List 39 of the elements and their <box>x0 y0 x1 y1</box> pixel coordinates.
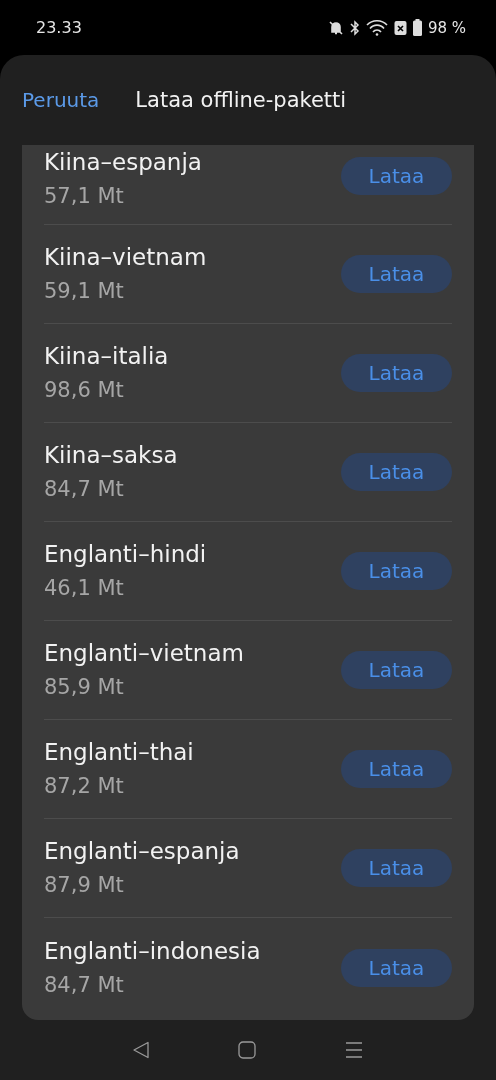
wifi-icon <box>365 19 388 36</box>
sheet-title: Lataa offline-paketti <box>135 88 347 112</box>
battery-icon <box>412 19 422 36</box>
package-size: 46,1 Mt <box>44 575 125 602</box>
package-size: 84,7 Mt <box>44 476 125 503</box>
download-button[interactable]: Lataa <box>341 453 452 491</box>
home-icon[interactable] <box>238 1041 256 1059</box>
package-name: Englanti–thai <box>44 738 194 767</box>
bluetooth-icon <box>349 19 360 36</box>
download-button[interactable]: Lataa <box>341 948 452 987</box>
package-name: Englanti–espanja <box>44 837 240 866</box>
download-button[interactable]: Lataa <box>341 552 452 590</box>
package-name: Kiina–vietnam <box>44 243 207 272</box>
package-name: Kiina–italia <box>44 342 169 371</box>
package-size: 98,6 Mt <box>44 377 125 404</box>
package-name: Englanti–hindi <box>44 540 207 569</box>
bell-muted-icon <box>327 19 344 36</box>
package-name: Englanti–vietnam <box>44 639 244 668</box>
package-size: 85,9 Mt <box>44 674 125 701</box>
back-icon[interactable] <box>132 1041 150 1059</box>
menu-icon[interactable] <box>344 1041 364 1059</box>
cancel-button[interactable]: Peruuta <box>22 88 100 112</box>
download-button[interactable]: Lataa <box>341 354 452 392</box>
package-name: Englanti–indonesia <box>44 936 261 966</box>
package-size: 87,9 Mt <box>44 872 125 899</box>
download-button[interactable]: Lataa <box>341 849 452 887</box>
download-button[interactable]: Lataa <box>341 157 452 195</box>
package-size: 59,1 Mt <box>44 278 125 305</box>
package-size: 84,7 Mt <box>44 971 125 999</box>
package-name: Kiina–saksa <box>44 441 178 470</box>
package-size: 57,1 Mt <box>44 183 125 210</box>
download-button[interactable]: Lataa <box>341 750 452 788</box>
battery-percent: 98 % <box>427 18 466 37</box>
package-name: Kiina–espanja <box>44 148 202 177</box>
status-time: 23.33 <box>36 18 82 37</box>
download-button[interactable]: Lataa <box>341 651 452 689</box>
package-size: 87,2 Mt <box>44 773 125 800</box>
sim-icon <box>393 19 407 36</box>
download-button[interactable]: Lataa <box>341 255 452 293</box>
